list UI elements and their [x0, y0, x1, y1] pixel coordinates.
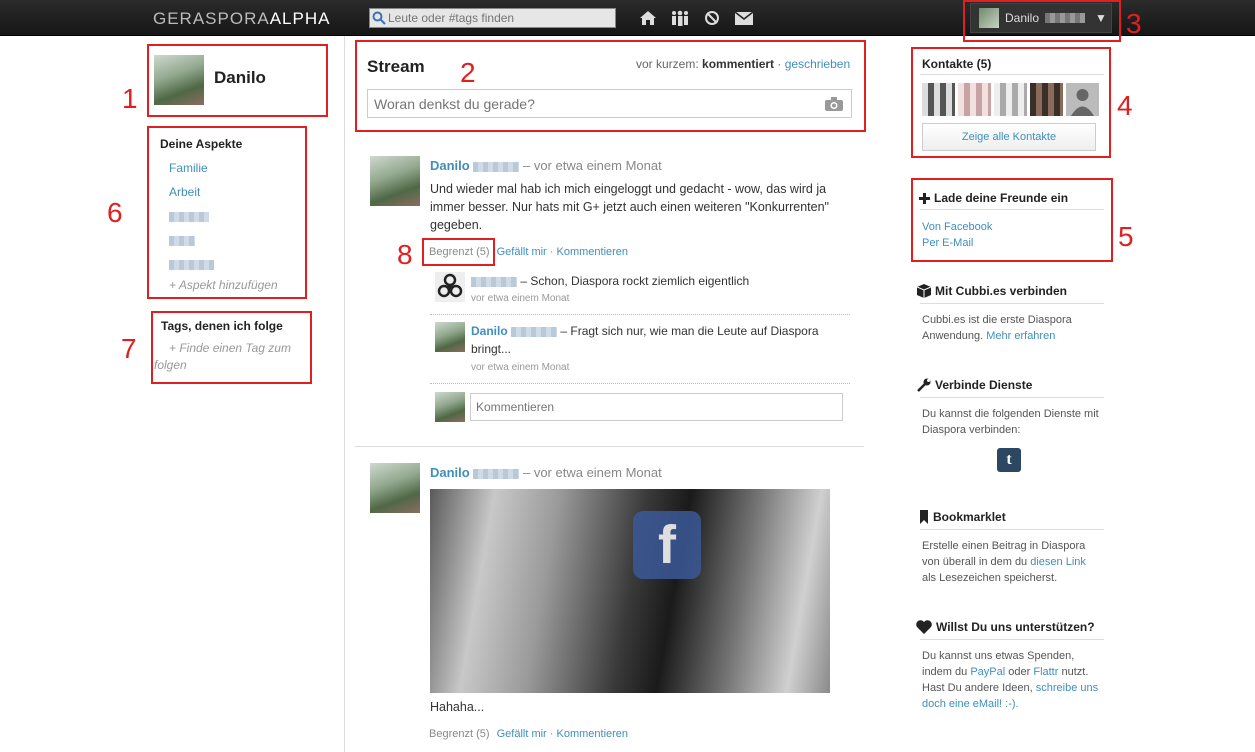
- annotation-box-7: [151, 311, 312, 384]
- comment-input[interactable]: [476, 400, 836, 414]
- tumblr-icon[interactable]: t: [997, 448, 1021, 472]
- comment-author[interactable]: Danilo: [471, 324, 508, 338]
- annotation-number-3: 3: [1126, 8, 1142, 39]
- annotation-number-7: 7: [121, 333, 137, 364]
- visibility-label[interactable]: Begrenzt (5): [429, 728, 490, 740]
- comment-divider: [430, 383, 850, 384]
- heart-icon: [916, 620, 932, 634]
- post-author-avatar[interactable]: [370, 156, 420, 206]
- section-divider: [920, 529, 1104, 530]
- annotation-box-8: [422, 238, 495, 266]
- annotation-number-4: 4: [1117, 90, 1133, 121]
- post-text: Hahaha...: [430, 700, 485, 714]
- like-link[interactable]: Gefällt mir: [497, 246, 547, 258]
- app-logo[interactable]: GERASPORAALPHA: [153, 9, 330, 29]
- annotation-box-3: [963, 0, 1121, 42]
- facebook-logo: f: [633, 511, 701, 579]
- cubbi-text: Cubbi.es ist die erste Diaspora Anwendun…: [922, 314, 1072, 342]
- bookmark-icon: [920, 510, 928, 524]
- comment-time[interactable]: vor etwa einem Monat: [471, 362, 569, 373]
- cube-icon: [917, 284, 931, 298]
- comment-divider: [430, 314, 850, 315]
- search-icon: [370, 9, 388, 27]
- bookmarklet-link[interactable]: diesen Link: [1030, 556, 1086, 568]
- annotation-box-2: [355, 40, 866, 132]
- post-time[interactable]: – vor etwa einem Monat: [523, 158, 662, 173]
- section-divider: [920, 397, 1104, 398]
- comment-link[interactable]: Kommentieren: [557, 246, 629, 258]
- contacts-icon[interactable]: [670, 8, 690, 28]
- comment-box[interactable]: [470, 393, 843, 421]
- post-divider: [355, 446, 864, 447]
- comment-link[interactable]: Kommentieren: [557, 728, 629, 740]
- annotation-number-5: 5: [1118, 221, 1134, 252]
- annotation-box-5: [911, 178, 1113, 262]
- annotation-number-2: 2: [460, 57, 476, 88]
- like-link[interactable]: Gefällt mir: [497, 728, 547, 740]
- post-header: Danilo – vor etwa einem Monat: [430, 465, 662, 480]
- annotation-box-1: [147, 44, 328, 117]
- bookmarklet-title: Bookmarklet: [919, 510, 1006, 524]
- cubbi-title: Mit Cubbi.es verbinden: [917, 284, 1067, 298]
- wrench-icon: [917, 378, 931, 392]
- post-time[interactable]: – vor etwa einem Monat: [523, 465, 662, 480]
- comment-text: – Schon, Diaspora rockt ziemlich eigentl…: [471, 272, 851, 290]
- annotation-number-8: 8: [397, 239, 413, 270]
- paypal-link[interactable]: PayPal: [970, 666, 1005, 678]
- post-author-avatar[interactable]: [370, 463, 420, 513]
- mail-icon[interactable]: [734, 8, 754, 28]
- search-input[interactable]: [388, 11, 608, 25]
- comment-time[interactable]: vor etwa einem Monat: [471, 293, 569, 304]
- post-actions: Begrenzt (5) Gefällt mir · Kommentieren: [429, 728, 629, 740]
- annotation-box-6: [147, 126, 307, 299]
- post-text: Und wieder mal hab ich mich eingeloggt u…: [430, 182, 829, 232]
- my-avatar: [435, 392, 465, 422]
- services-title: Verbinde Dienste: [917, 378, 1032, 392]
- annotation-box-4: [911, 47, 1111, 158]
- annotation-number-6: 6: [107, 197, 123, 228]
- section-divider: [920, 303, 1104, 304]
- annotation-number-1: 1: [122, 83, 138, 114]
- support-text: Du kannst uns etwas Spenden, indem du Pa…: [922, 650, 1099, 710]
- comment-author-avatar[interactable]: [435, 322, 465, 352]
- flattr-link[interactable]: Flattr: [1033, 666, 1058, 678]
- post-header: Danilo – vor etwa einem Monat: [430, 158, 662, 173]
- post-author[interactable]: Danilo: [430, 158, 470, 173]
- column-divider: [344, 36, 345, 752]
- support-title: Willst Du uns unterstützen?: [916, 620, 1095, 634]
- post-author[interactable]: Danilo: [430, 465, 470, 480]
- section-divider: [920, 639, 1104, 640]
- biohazard-avatar[interactable]: [435, 272, 465, 302]
- mentions-icon[interactable]: [702, 8, 722, 28]
- nav-icons: [638, 8, 754, 28]
- more-info-link[interactable]: Mehr erfahren: [986, 330, 1055, 342]
- post-image[interactable]: f: [430, 489, 830, 693]
- search-box[interactable]: [369, 8, 616, 28]
- bookmarklet-text: Erstelle einen Beitrag in Diaspora von ü…: [922, 540, 1086, 584]
- services-text: Du kannst die folgenden Dienste mit Dias…: [922, 408, 1099, 436]
- comment-text: Danilo – Fragt sich nur, wie man die Leu…: [471, 324, 819, 356]
- home-icon[interactable]: [638, 8, 658, 28]
